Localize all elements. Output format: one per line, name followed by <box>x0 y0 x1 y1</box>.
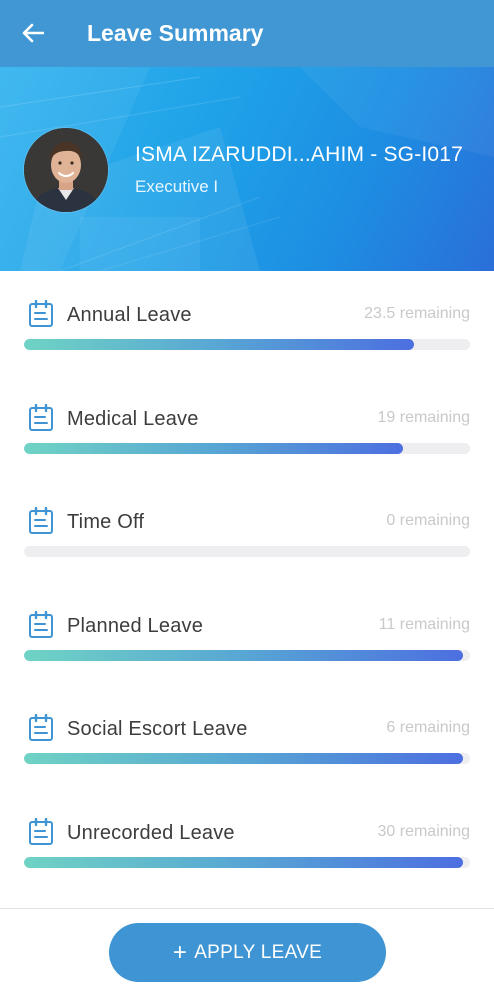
app-bar: Leave Summary <box>0 0 494 67</box>
leave-item-planned[interactable]: Planned Leave 11 remaining <box>0 582 494 686</box>
leave-remaining: 6 remaining <box>386 719 470 736</box>
plus-icon: + <box>172 938 188 966</box>
arrow-left-icon <box>22 23 44 43</box>
profile-photo <box>24 128 108 212</box>
leave-item-time-off[interactable]: Time Off 0 remaining <box>0 478 494 582</box>
page-title: Leave Summary <box>87 20 264 46</box>
leave-progress-fill <box>24 856 464 868</box>
calendar-list-icon <box>29 714 53 741</box>
leave-name: Time Off <box>67 511 145 533</box>
leave-progress-track <box>24 442 470 454</box>
avatar <box>24 128 108 212</box>
leave-progress-fill <box>24 649 464 661</box>
leave-item-social-escort[interactable]: Social Escort Leave 6 remaining <box>0 685 494 789</box>
leave-item-annual[interactable]: Annual Leave 23.5 remaining <box>0 271 494 375</box>
calendar-list-icon <box>29 507 53 534</box>
leave-remaining: 30 remaining <box>377 822 471 840</box>
leave-progress-track <box>24 753 470 764</box>
leave-progress-fill <box>24 339 415 350</box>
leave-progress-fill <box>24 442 404 454</box>
leave-progress-track <box>24 649 470 661</box>
back-button[interactable] <box>18 18 48 48</box>
leave-progress-track <box>24 339 470 350</box>
leave-remaining: 0 remaining <box>386 512 470 529</box>
leave-item-unrecorded[interactable]: Unrecorded Leave 30 remaining <box>0 789 494 893</box>
leave-list: Annual Leave 23.5 remaining Medical Leav… <box>0 271 494 892</box>
leave-name: Planned Leave <box>67 614 204 637</box>
calendar-list-icon <box>29 610 53 638</box>
leave-progress-fill <box>24 753 464 764</box>
user-name: ISMA IZARUDDI...AHIM - SG-I017 <box>135 143 464 166</box>
leave-name: Medical Leave <box>67 407 199 430</box>
leave-remaining: 11 remaining <box>378 615 470 633</box>
leave-progress-track <box>24 546 470 557</box>
leave-item-medical[interactable]: Medical Leave 19 remaining <box>0 375 494 479</box>
leave-remaining: 23.5 remaining <box>364 305 470 322</box>
apply-leave-label: APPLY LEAVE <box>194 941 323 963</box>
leave-name: Unrecorded Leave <box>67 821 235 844</box>
footer-divider <box>0 908 494 909</box>
user-role: Executive I <box>135 177 219 196</box>
profile-header: ISMA IZARUDDI...AHIM - SG-I017 Executive… <box>0 67 494 271</box>
leave-progress-track <box>24 856 470 868</box>
leave-name: Social Escort Leave <box>67 718 248 740</box>
apply-leave-button[interactable]: + APPLY LEAVE <box>109 923 386 982</box>
calendar-list-icon <box>29 403 53 431</box>
calendar-list-icon <box>29 300 53 327</box>
leave-name: Annual Leave <box>67 304 192 326</box>
calendar-list-icon <box>29 817 53 845</box>
leave-remaining: 19 remaining <box>377 408 471 426</box>
